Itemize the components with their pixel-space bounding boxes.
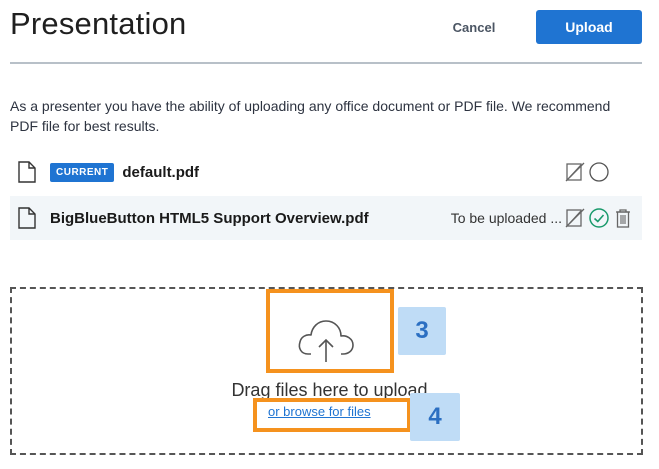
file-actions [564,207,634,229]
upload-button[interactable]: Upload [536,10,642,44]
upload-status: To be uploaded ... [450,210,562,226]
file-name: default.pdf [122,163,200,181]
radio-icon[interactable] [588,161,610,183]
file-actions [564,161,634,183]
current-badge: CURRENT [50,162,115,182]
check-circle-icon[interactable] [588,207,610,229]
file-icon [18,207,36,229]
file-icon [18,161,36,183]
page-title: Presentation [10,6,187,41]
annotate-disabled-icon[interactable] [564,161,586,183]
file-name: BigBlueButton HTML5 Support Overview.pdf [50,209,369,227]
step-marker-4: 4 [410,393,460,441]
trash-icon[interactable] [612,207,634,229]
file-row-pending[interactable]: BigBlueButton HTML5 Support Overview.pdf… [10,196,642,240]
highlight-upload-icon [266,289,394,373]
file-row-current[interactable]: CURRENT default.pdf [10,150,642,194]
cancel-button[interactable]: Cancel [440,12,508,42]
highlight-browse-link [253,398,411,432]
upload-description: As a presenter you have the ability of u… [10,98,611,134]
step-marker-3: 3 [398,307,446,355]
annotate-disabled-icon[interactable] [564,207,586,229]
header-divider [10,62,642,64]
